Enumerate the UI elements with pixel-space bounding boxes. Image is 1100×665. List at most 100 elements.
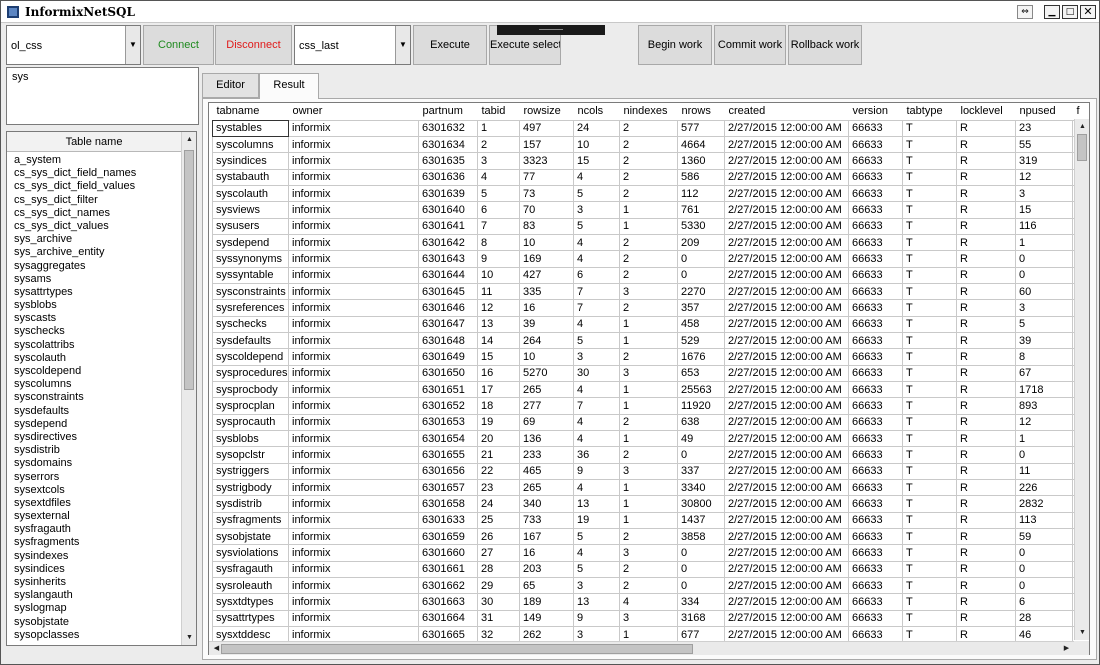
table-cell[interactable]: 5	[573, 528, 620, 546]
table-cell[interactable]: sysdepend	[212, 233, 289, 252]
table-cell[interactable]: 6301642	[418, 233, 478, 252]
table-row[interactable]: syssynonyms informix 6301643 9 169 4 2 0 2/27/20…	[212, 250, 1089, 268]
table-cell[interactable]: 30800	[677, 495, 725, 513]
table-cell[interactable]: 6301651	[418, 380, 478, 399]
table-cell[interactable]: 66633	[848, 266, 903, 284]
table-cell[interactable]: T	[902, 495, 957, 513]
table-cell[interactable]: 2	[619, 119, 678, 137]
table-cell[interactable]: 2/27/2015 12:00:00 AM	[724, 217, 849, 235]
table-cell[interactable]: T	[902, 479, 957, 497]
table-cell[interactable]: 70	[519, 201, 574, 219]
table-cell[interactable]: 2/27/2015 12:00:00 AM	[724, 364, 849, 383]
table-cell[interactable]: informix	[288, 528, 419, 546]
column-header[interactable]: nrows	[677, 103, 725, 120]
table-cell[interactable]: informix	[288, 495, 419, 513]
table-cell[interactable]: R	[956, 282, 1016, 301]
table-cell[interactable]: informix	[288, 397, 419, 415]
column-header[interactable]: npused	[1015, 103, 1073, 120]
table-cell[interactable]: 6301650	[418, 364, 478, 383]
table-cell[interactable]: 6301636	[418, 168, 478, 186]
table-cell[interactable]: 66633	[848, 168, 903, 186]
table-cell[interactable]: 6301655	[418, 446, 478, 464]
table-cell[interactable]: 14	[477, 331, 520, 350]
table-cell[interactable]: 24	[477, 495, 520, 513]
table-cell[interactable]: 2/27/2015 12:00:00 AM	[724, 315, 849, 333]
table-cell[interactable]: 4	[573, 168, 620, 186]
table-cell[interactable]: 10	[519, 348, 574, 366]
table-cell[interactable]: 1	[619, 479, 678, 497]
table-cell[interactable]: 13	[477, 315, 520, 333]
table-cell[interactable]: 2/27/2015 12:00:00 AM	[724, 593, 849, 611]
list-item[interactable]: sysdirectives	[14, 431, 179, 444]
table-cell[interactable]: 6301641	[418, 217, 478, 235]
table-cell[interactable]: R	[956, 609, 1016, 628]
table-cell[interactable]: 23	[1015, 119, 1073, 137]
table-cell[interactable]: sysreferences	[212, 299, 289, 317]
table-cell[interactable]: 6301661	[418, 560, 478, 579]
table-cell[interactable]: 2	[619, 233, 678, 252]
table-cell[interactable]: 0	[1015, 577, 1073, 595]
table-cell[interactable]: sysviolations	[212, 544, 289, 562]
table-cell[interactable]: 39	[519, 315, 574, 333]
table-cell[interactable]: 27	[477, 544, 520, 562]
table-row[interactable]: sysprocedures informix 6301650 16 5270 30 3 653…	[212, 364, 1089, 383]
table-cell[interactable]: informix	[288, 560, 419, 579]
table-cell[interactable]: 66633	[848, 609, 903, 628]
table-cell[interactable]: 67	[1015, 364, 1073, 383]
table-cell[interactable]: 6	[573, 266, 620, 284]
table-cell[interactable]: 20	[477, 430, 520, 448]
table-cell[interactable]: 31	[477, 609, 520, 628]
begin-work-button[interactable]: Begin work	[638, 25, 712, 65]
table-cell[interactable]: R	[956, 152, 1016, 170]
table-cell[interactable]: 66633	[848, 217, 903, 235]
table-cell[interactable]: 0	[1015, 266, 1073, 284]
table-cell[interactable]: systables	[212, 119, 289, 137]
table-cell[interactable]: 157	[519, 135, 574, 154]
table-cell[interactable]: 264	[519, 331, 574, 350]
table-cell[interactable]: 112	[677, 184, 725, 203]
table-cell[interactable]: R	[956, 413, 1016, 432]
table-cell[interactable]: 5	[573, 560, 620, 579]
list-item[interactable]: syscoldepend	[14, 365, 179, 378]
table-cell[interactable]: sysobjstate	[212, 528, 289, 546]
tab-result[interactable]: Result	[259, 73, 319, 99]
list-item[interactable]: sysdistrib	[14, 444, 179, 457]
table-cell[interactable]: 203	[519, 560, 574, 579]
column-header[interactable]: tabname	[212, 103, 289, 120]
table-cell[interactable]: 4	[573, 413, 620, 432]
chevron-down-icon[interactable]: ▼	[395, 26, 410, 64]
table-row[interactable]: sysindices informix 6301635 3 3323 15 2 1360 2/2…	[212, 152, 1089, 170]
table-cell[interactable]: 17	[477, 380, 520, 399]
table-cell[interactable]: 5	[573, 184, 620, 203]
table-cell[interactable]: 0	[1015, 560, 1073, 579]
table-cell[interactable]: 15	[1015, 201, 1073, 219]
table-cell[interactable]: 1	[477, 119, 520, 137]
table-cell[interactable]: syscolauth	[212, 184, 289, 203]
table-cell[interactable]: 2/27/2015 12:00:00 AM	[724, 560, 849, 579]
table-cell[interactable]: 2/27/2015 12:00:00 AM	[724, 413, 849, 432]
list-item[interactable]: sys_archive	[14, 233, 179, 246]
table-cell[interactable]: 66633	[848, 152, 903, 170]
column-header[interactable]: rowsize	[519, 103, 574, 120]
table-cell[interactable]: R	[956, 544, 1016, 562]
list-item[interactable]: syslogmap	[14, 602, 179, 615]
table-cell[interactable]: informix	[288, 348, 419, 366]
list-item[interactable]: sysopclasses	[14, 629, 179, 642]
table-row[interactable]: syssyntable informix 6301644 10 427 6 2 0 2/27/2…	[212, 266, 1089, 284]
table-cell[interactable]: 65	[519, 577, 574, 595]
table-cell[interactable]: 2/27/2015 12:00:00 AM	[724, 462, 849, 481]
list-item[interactable]: sysaggregates	[14, 260, 179, 273]
list-item[interactable]: sysobjstate	[14, 616, 179, 629]
table-cell[interactable]: 66633	[848, 364, 903, 383]
table-cell[interactable]: syssynonyms	[212, 250, 289, 268]
table-cell[interactable]: 6301647	[418, 315, 478, 333]
table-cell[interactable]: 0	[1015, 446, 1073, 464]
table-cell[interactable]: 6301649	[418, 348, 478, 366]
table-cell[interactable]: 6	[1015, 593, 1073, 611]
table-cell[interactable]: 893	[1015, 397, 1073, 415]
list-item[interactable]: sys_archive_entity	[14, 246, 179, 259]
table-cell[interactable]: sysdefaults	[212, 331, 289, 350]
table-cell[interactable]: 4664	[677, 135, 725, 154]
table-cell[interactable]: 21	[477, 446, 520, 464]
scroll-up-icon[interactable]: ▲	[182, 132, 196, 147]
